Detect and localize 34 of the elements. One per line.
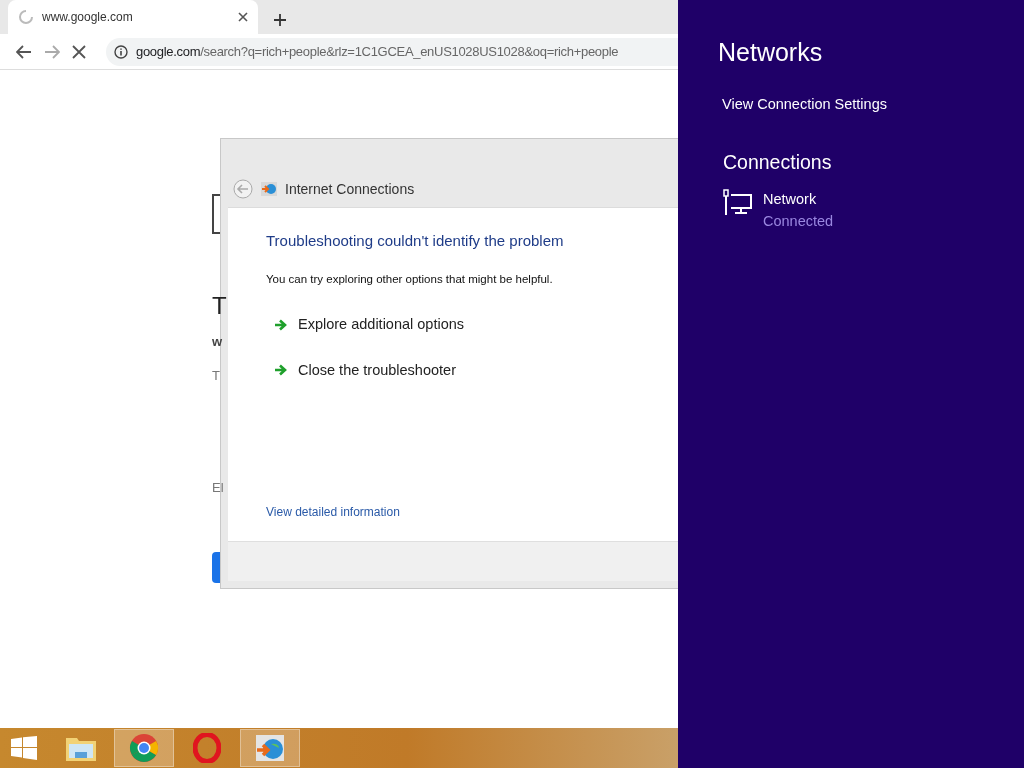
page-text: T (212, 367, 220, 385)
tab-title: www.google.com (42, 9, 134, 26)
network-globe-icon (261, 182, 277, 196)
arrow-icon (274, 318, 288, 331)
option-link[interactable]: Explore additional options (274, 313, 640, 336)
page-heading: T (212, 291, 227, 321)
page-text: El (212, 479, 224, 497)
page-text: w (212, 333, 223, 351)
back-icon[interactable] (16, 44, 32, 59)
network-item[interactable]: Network Connected (723, 188, 834, 233)
network-globe-icon (254, 734, 286, 762)
browser-logo-icon (129, 733, 159, 763)
url-text: google.com/search?q=rich+people&rlz=1C1GCEA_enUS1028US1028&oq=rich+people (136, 42, 619, 61)
taskbar-button[interactable] (240, 729, 300, 767)
close-icon[interactable] (238, 12, 248, 22)
window-title: Internet Connections (285, 179, 415, 199)
dialog-heading: Troubleshooting couldn't identify the problem (266, 231, 565, 251)
settings-link[interactable]: View Connection Settings (722, 93, 887, 116)
panel-title: Networks (718, 37, 824, 68)
address-bar[interactable]: google.com/search?q=rich+people&rlz=1C1GCEA_enUS1028US1028&oq=rich+people (106, 37, 678, 66)
option-link[interactable]: Close the troubleshooter (274, 359, 640, 382)
info-icon[interactable] (114, 44, 128, 59)
forward-icon[interactable] (44, 44, 60, 59)
browser-tab[interactable]: www.google.com (8, 0, 258, 34)
section-heading: Connections (723, 149, 833, 175)
taskbar-button[interactable] (114, 729, 174, 767)
dialog-message: You can try exploring other options that might be helpful. (266, 271, 554, 287)
wired-network-icon (723, 188, 753, 215)
arrow-icon (274, 364, 288, 377)
new-tab-icon[interactable] (274, 14, 286, 26)
stop-icon[interactable] (72, 44, 86, 59)
o-logo-icon (193, 733, 221, 763)
details-link[interactable]: View detailed information (266, 503, 400, 521)
windows-logo-icon (11, 736, 37, 760)
